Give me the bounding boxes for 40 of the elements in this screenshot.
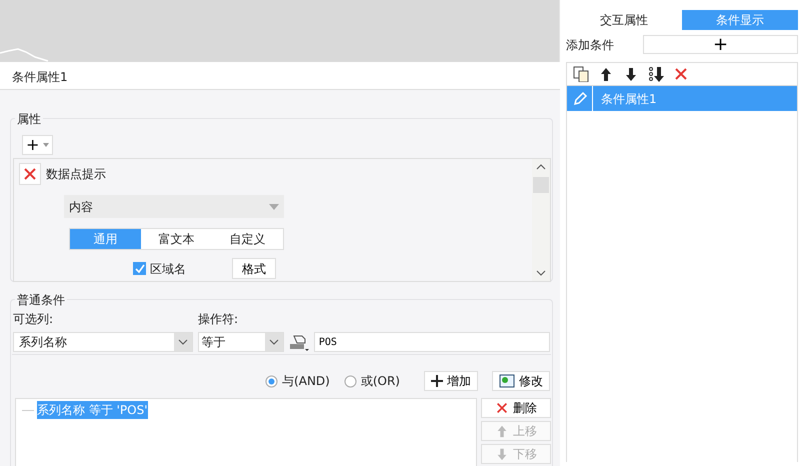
field-label: 可选列: [13,311,54,328]
close-icon [495,401,509,415]
radio-icon [344,374,357,388]
column-select[interactable]: 系列名称 [13,332,194,352]
add-condition-label: 添加条件 [566,36,615,54]
field-label: 操作符: [198,311,238,328]
add-dropdown-button[interactable]: + [22,135,54,155]
chevron-icon [268,339,279,345]
copy-icon[interactable] [573,66,589,82]
caret-icon [269,204,279,210]
edit-button[interactable]: 修改 [492,371,550,391]
radio-option[interactable]: 与(AND) [265,372,330,390]
close-icon [22,166,38,182]
format-button[interactable]: 格式 [232,258,276,279]
plus-icon [431,375,443,387]
chevron-icon [178,339,188,345]
delete-button[interactable]: 删除 [481,398,551,418]
add-button[interactable]: 增加 [424,371,478,391]
value-field[interactable]: POS [314,332,550,352]
arrow-down-icon [495,447,509,461]
content-select[interactable]: 内容 [64,195,284,218]
add-condition-button[interactable]: + [643,35,798,54]
item-label: 数据点提示 [46,166,106,183]
scrollbar[interactable] [532,159,550,281]
section-legend: 属性 [15,110,43,128]
remove-button[interactable] [19,163,41,185]
gear-screen-icon [499,374,515,388]
radio-option[interactable]: 或(OR) [344,372,400,390]
checkbox-label: 区域名 [150,260,187,278]
dialog-title: 条件属性1 [12,70,68,84]
delete-icon[interactable] [673,66,689,82]
caret-icon [43,143,50,147]
arrow-down-icon[interactable] [623,66,639,82]
radio-icon [265,374,278,388]
move-to-bottom-icon[interactable] [648,66,664,82]
arrow-up-icon [495,424,509,438]
checkbox[interactable] [133,262,146,275]
operator-select[interactable]: 等于 [198,332,284,352]
section-legend: 普通条件 [15,291,67,309]
arrow-up-icon[interactable] [598,66,614,82]
